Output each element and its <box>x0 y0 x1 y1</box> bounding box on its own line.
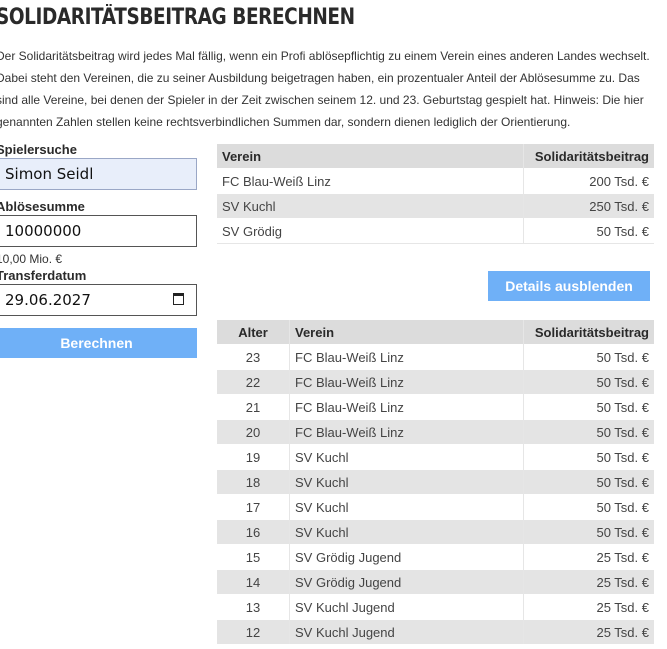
table-row: 12 SV Kuchl Jugend 25 Tsd. € <box>217 619 654 644</box>
table-row: 20 FC Blau-Weiß Linz 50 Tsd. € <box>217 419 654 445</box>
summary-header-amount: Solidaritätsbeitrag <box>523 144 654 169</box>
detail-club: SV Kuchl Jugend <box>289 619 524 644</box>
summary-club: SV Kuchl <box>217 193 524 219</box>
table-row: FC Blau-Weiß Linz 200 Tsd. € <box>217 168 654 194</box>
transfer-fee-label: Ablösesumme <box>0 199 85 214</box>
table-row: 22 FC Blau-Weiß Linz 50 Tsd. € <box>217 369 654 395</box>
table-row: 18 SV Kuchl 50 Tsd. € <box>217 469 654 495</box>
calendar-icon[interactable] <box>173 293 184 305</box>
calculate-button[interactable]: Berechnen <box>0 328 197 358</box>
detail-club: FC Blau-Weiß Linz <box>289 394 524 420</box>
detail-age: 19 <box>217 444 290 470</box>
detail-amount: 50 Tsd. € <box>523 344 654 370</box>
detail-club: FC Blau-Weiß Linz <box>289 369 524 395</box>
details-table: Alter Verein Solidaritätsbeitrag 23 FC Bl… <box>217 320 654 644</box>
player-search-input[interactable]: Simon Seidl <box>0 158 197 190</box>
transfer-fee-input[interactable]: 10000000 <box>0 215 197 247</box>
summary-table-container: Verein Solidaritätsbeitrag FC Blau-Weiß … <box>217 144 654 244</box>
calculator-form: Spielersuche Simon Seidl Ablösesumme 100… <box>0 142 197 358</box>
detail-club: FC Blau-Weiß Linz <box>289 419 524 445</box>
table-row: 14 SV Grödig Jugend 25 Tsd. € <box>217 569 654 595</box>
detail-age: 12 <box>217 619 290 644</box>
detail-club: SV Grödig Jugend <box>289 544 524 570</box>
detail-age: 14 <box>217 569 290 595</box>
detail-amount: 25 Tsd. € <box>523 619 654 644</box>
detail-club: SV Kuchl <box>289 444 524 470</box>
detail-amount: 50 Tsd. € <box>523 469 654 495</box>
hide-details-button[interactable]: Details ausblenden <box>488 271 650 301</box>
detail-age: 13 <box>217 594 290 620</box>
page: Solidaritätsbeitrag berechnen Der Solida… <box>0 0 667 649</box>
table-row: 16 SV Kuchl 50 Tsd. € <box>217 519 654 545</box>
details-body: 23 FC Blau-Weiß Linz 50 Tsd. € 22 FC Blau-W… <box>217 344 654 644</box>
detail-amount: 25 Tsd. € <box>523 544 654 570</box>
detail-age: 15 <box>217 544 290 570</box>
details-table-container: Alter Verein Solidaritätsbeitrag 23 FC Bl… <box>217 320 654 644</box>
summary-amount: 250 Tsd. € <box>523 193 654 219</box>
table-row: 23 FC Blau-Weiß Linz 50 Tsd. € <box>217 344 654 370</box>
intro-text: Der Solidaritätsbeitrag wird jedes Mal f… <box>0 49 650 129</box>
detail-amount: 25 Tsd. € <box>523 594 654 620</box>
transfer-fee-hint: 10,00 Mio. € <box>0 252 63 266</box>
detail-age: 16 <box>217 519 290 545</box>
detail-age: 17 <box>217 494 290 520</box>
summary-header-club: Verein <box>217 144 524 169</box>
detail-age: 23 <box>217 344 290 370</box>
table-row: SV Kuchl 250 Tsd. € <box>217 193 654 219</box>
summary-amount: 200 Tsd. € <box>523 168 654 194</box>
summary-header-row: Verein Solidaritätsbeitrag <box>217 144 654 169</box>
table-row: 17 SV Kuchl 50 Tsd. € <box>217 494 654 520</box>
page-title: Solidaritätsbeitrag berechnen <box>0 5 355 30</box>
table-row: SV Grödig 50 Tsd. € <box>217 218 654 244</box>
detail-amount: 50 Tsd. € <box>523 419 654 445</box>
table-row: 21 FC Blau-Weiß Linz 50 Tsd. € <box>217 394 654 420</box>
details-header-amount: Solidaritätsbeitrag <box>523 320 654 345</box>
detail-age: 20 <box>217 419 290 445</box>
transfer-date-label: Transferdatum <box>0 268 87 283</box>
table-row: 15 SV Grödig Jugend 25 Tsd. € <box>217 544 654 570</box>
detail-amount: 50 Tsd. € <box>523 494 654 520</box>
summary-club: SV Grödig <box>217 218 524 244</box>
player-search-label: Spielersuche <box>0 142 77 157</box>
transfer-date-value: 29.06.2027 <box>5 291 91 309</box>
detail-age: 21 <box>217 394 290 420</box>
detail-club: SV Kuchl <box>289 494 524 520</box>
detail-club: SV Kuchl Jugend <box>289 594 524 620</box>
details-header-age: Alter <box>217 320 290 345</box>
details-header-row: Alter Verein Solidaritätsbeitrag <box>217 320 654 345</box>
detail-club: SV Grödig Jugend <box>289 569 524 595</box>
table-row: 13 SV Kuchl Jugend 25 Tsd. € <box>217 594 654 620</box>
detail-amount: 50 Tsd. € <box>523 444 654 470</box>
summary-club: FC Blau-Weiß Linz <box>217 168 524 194</box>
detail-amount: 25 Tsd. € <box>523 569 654 595</box>
summary-table: Verein Solidaritätsbeitrag FC Blau-Weiß … <box>217 144 654 244</box>
detail-age: 22 <box>217 369 290 395</box>
summary-amount: 50 Tsd. € <box>523 218 654 244</box>
detail-club: FC Blau-Weiß Linz <box>289 344 524 370</box>
table-row: 19 SV Kuchl 50 Tsd. € <box>217 444 654 470</box>
transfer-date-input[interactable]: 29.06.2027 <box>0 284 197 316</box>
detail-age: 18 <box>217 469 290 495</box>
detail-amount: 50 Tsd. € <box>523 519 654 545</box>
details-header-club: Verein <box>289 320 524 345</box>
detail-club: SV Kuchl <box>289 519 524 545</box>
detail-amount: 50 Tsd. € <box>523 369 654 395</box>
detail-club: SV Kuchl <box>289 469 524 495</box>
detail-amount: 50 Tsd. € <box>523 394 654 420</box>
